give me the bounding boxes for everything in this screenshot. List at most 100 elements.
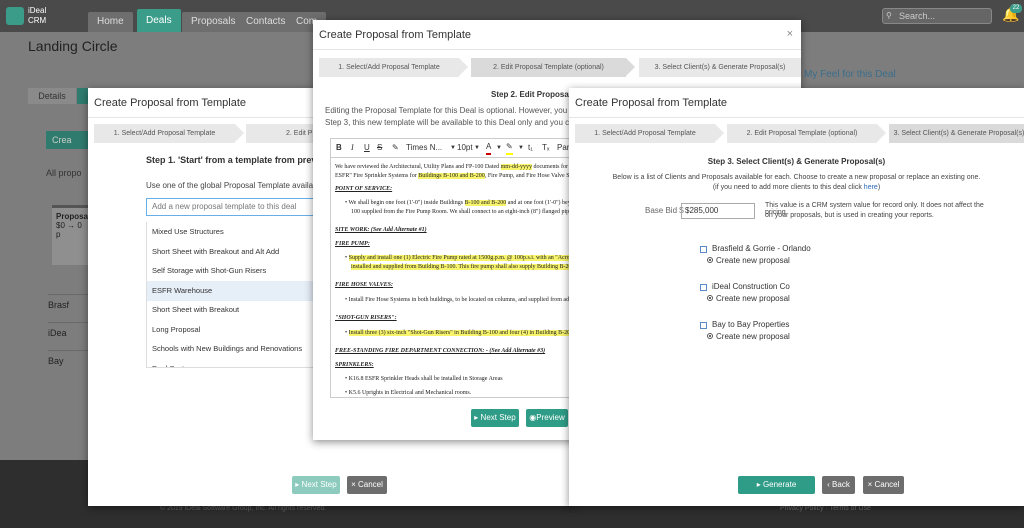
client-checkbox[interactable]	[700, 246, 707, 253]
client-name: Bay to Bay Properties	[712, 320, 790, 329]
rich-text-editor[interactable]: We have reviewed the Architectural, Util…	[330, 158, 587, 398]
generate-proposals-button[interactable]: ▸ Generate Proposals	[738, 476, 815, 506]
cancel-button[interactable]: × Cancel	[347, 476, 387, 494]
cancel-label: Cancel	[358, 480, 383, 489]
search-input[interactable]: Search...	[882, 8, 992, 24]
template-option[interactable]: Dual Syst	[147, 359, 315, 367]
text-color-icon[interactable]: A	[486, 141, 492, 155]
create-new-radio[interactable]	[707, 257, 713, 263]
footer-copyright: © 2019 iDeal Software Group, Inc. All ri…	[160, 505, 327, 512]
proposal-card[interactable]: Proposa $0 → 0 p	[52, 205, 88, 265]
modal-step3: Create Proposal from Template 1. Select/…	[569, 88, 1024, 506]
nav-home[interactable]: Home	[88, 12, 133, 32]
create-new-radio[interactable]	[707, 333, 713, 339]
doc-heading: POINT OF SERVICE:	[335, 186, 393, 192]
feel-link[interactable]: My Feel for this Deal	[804, 69, 896, 80]
subtext-part: )	[877, 184, 881, 191]
step-3: 3. Select Client(s) & Generate Proposal(…	[639, 58, 801, 77]
doc-text: K5.6 Uprights in Electrical and Mechanic…	[348, 390, 472, 396]
footer-links[interactable]: Privacy Policy · Terms of Use	[780, 505, 871, 512]
template-option[interactable]: Schools with New Buildings and Renovatio…	[147, 339, 315, 359]
logo-text-2: CRM	[28, 16, 47, 25]
doc-heading: SPRINKLERS:	[335, 362, 374, 368]
template-option-highlighted[interactable]: ESFR Warehouse	[147, 281, 315, 301]
doc-highlight: Install three (3) six-inch "Shot-Gun Ris…	[348, 330, 579, 336]
client-row[interactable]: iDea	[48, 322, 88, 342]
doc-heading: FIRE HOSE VALVES:	[335, 282, 394, 288]
add-clients-link[interactable]: here	[864, 184, 878, 191]
doc-highlight: Supply and install one (1) Electric Fire…	[348, 255, 579, 261]
next-step-label: Next Step	[480, 413, 516, 422]
template-option[interactable]: Long Proposal	[147, 320, 315, 340]
step1-subtext: Use one of the global Proposal Template …	[146, 181, 316, 190]
doc-line: installed and supplied from Building B-1…	[351, 263, 577, 271]
radio-label: Create new proposal	[716, 294, 790, 303]
template-option[interactable]: Short Sheet with Breakout	[147, 300, 315, 320]
strikethrough-button[interactable]: S	[377, 141, 382, 155]
italic-button[interactable]: I	[351, 141, 354, 155]
logo-text: iDeal	[28, 6, 47, 15]
search-icon: ⚲	[886, 11, 892, 20]
bold-button[interactable]: B	[336, 141, 342, 155]
tab-details[interactable]: Details	[28, 88, 76, 104]
template-option[interactable]: Self Storage with Shot-Gun Risers	[147, 261, 315, 281]
doc-bullet: • Install Fire Hose Systems in both buil…	[345, 297, 579, 303]
nav-contacts[interactable]: Contacts	[237, 12, 295, 32]
create-proposal-button[interactable]: Crea	[46, 131, 88, 149]
template-option[interactable]: Mixed Use Structures	[147, 222, 315, 242]
page-title: Landing Circle	[28, 38, 118, 54]
card-sub: $0 → 0 p	[56, 221, 82, 239]
format-eraser-icon[interactable]: ✎	[392, 141, 399, 155]
client-row[interactable]: Bay	[48, 350, 88, 370]
client-row[interactable]: Brasf	[48, 294, 88, 314]
next-step-button-disabled[interactable]: ▸ Next Step	[292, 476, 340, 494]
subscript-icon[interactable]: t₁	[528, 141, 533, 155]
nav-deals[interactable]: Deals	[137, 9, 181, 32]
doc-text: Install Fire Hose Systems in both buildi…	[348, 297, 579, 303]
underline-button[interactable]: U	[364, 141, 370, 155]
step3-subtext-2: (if you need to add more clients to this…	[569, 184, 1024, 191]
preview-button[interactable]: ◉Preview	[526, 409, 568, 427]
close-icon[interactable]: ×	[787, 28, 793, 40]
doc-text: We have reviewed the Architectural, Util…	[335, 164, 501, 170]
step-1: 1. Select/Add Proposal Template	[94, 124, 244, 143]
editor-toolbar: B I U S ✎ Times N... ▼ 10pt ▼ A ▼ ✎ ▼ t₁…	[330, 138, 587, 158]
doc-bullet: • K16.8 ESFR Sprinkler Heads shall be in…	[345, 376, 503, 382]
step-3-active: 3. Select Client(s) & Generate Proposal(…	[889, 124, 1024, 143]
template-option[interactable]: Short Sheet with Breakout and Alt Add	[147, 242, 315, 262]
doc-highlight: Buildings B-100 and B-200	[418, 173, 485, 179]
cancel-button[interactable]: × Cancel	[863, 476, 904, 494]
generate-label: Generate Proposals	[758, 480, 797, 506]
nav-proposals[interactable]: Proposals	[182, 12, 245, 32]
back-button[interactable]: ‹ Back	[822, 476, 855, 494]
client-name: Brasfield & Gorrie - Orlando	[712, 244, 811, 253]
template-search-input[interactable]: Add a new proposal template to this deal	[146, 198, 316, 216]
next-step-button[interactable]: ▸ Next Step	[471, 409, 519, 427]
doc-line: 100 supplied from the Fire Pump Room. We…	[351, 209, 581, 215]
chevron-down-icon: ▼	[496, 145, 502, 151]
client-checkbox[interactable]	[700, 322, 707, 329]
client-checkbox[interactable]	[700, 284, 707, 291]
doc-highlight: mm-dd-yyyy	[500, 164, 532, 170]
template-dropdown: Mixed Use Structures Short Sheet with Br…	[146, 222, 316, 368]
create-new-radio[interactable]	[707, 295, 713, 301]
step3-heading: Step 3. Select Client(s) & Generate Prop…	[707, 157, 886, 166]
font-size-select[interactable]: 10pt	[457, 141, 473, 155]
superscript-icon[interactable]: Tₓ	[542, 141, 550, 155]
intro-line-1: Editing the Proposal Template for this D…	[325, 106, 585, 115]
preview-label: Preview	[536, 413, 565, 422]
doc-line: We have reviewed the Architectural, Util…	[335, 163, 584, 171]
doc-highlight: installed and supplied from Building B-1…	[351, 264, 577, 270]
highlight-icon[interactable]: ✎	[506, 141, 513, 155]
font-family-select[interactable]: Times N...	[406, 141, 442, 155]
doc-heading: FIRE PUMP:	[335, 241, 370, 247]
base-bid-note-2: on your proposals, but is used in creati…	[765, 212, 934, 219]
base-bid-input[interactable]: $285,000	[681, 203, 755, 219]
intro-line-2: Step 3, this new template will be availa…	[325, 118, 585, 127]
step3-subtext: Below is a list of Clients and Proposals…	[612, 174, 981, 181]
doc-heading: SITE WORK: (See Add Alternate #1)	[335, 227, 427, 233]
doc-bullet: • Install three (3) six-inch "Shot-Gun R…	[345, 330, 579, 336]
step-tracker: 1. Select/Add Proposal Template 2. Edit …	[319, 58, 801, 77]
chevron-down-icon: ▼	[518, 145, 524, 151]
app-logo[interactable]: iDeal CRM	[6, 5, 66, 27]
